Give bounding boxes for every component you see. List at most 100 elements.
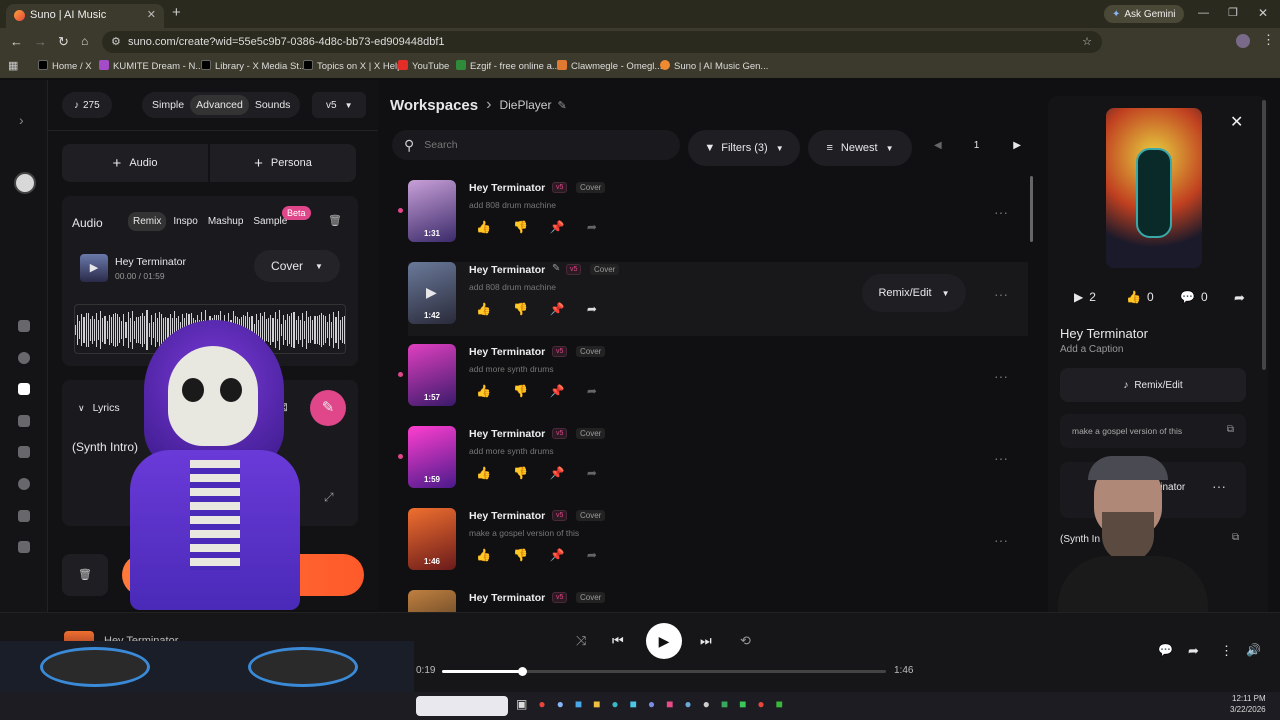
page-scrollbar[interactable] bbox=[1262, 100, 1266, 370]
clock-date[interactable]: 3/22/2026 bbox=[1230, 705, 1266, 714]
browser-tab[interactable]: Suno | AI Music ✕ bbox=[6, 4, 164, 28]
window-close-icon[interactable]: ✕ bbox=[1258, 6, 1268, 20]
mode-advanced[interactable]: Advanced bbox=[190, 95, 249, 115]
track-thumbnail[interactable]: 1:46 bbox=[408, 508, 456, 570]
share-icon[interactable]: ➦ bbox=[587, 220, 619, 234]
share-icon[interactable]: ➦ bbox=[587, 548, 619, 562]
site-info-icon[interactable]: ⚙ bbox=[111, 31, 121, 53]
excel-icon[interactable]: ■ bbox=[721, 697, 728, 711]
copy-icon[interactable]: ⧉ bbox=[1227, 424, 1234, 435]
bookmark-item[interactable]: Clawmegle - Omegl... bbox=[557, 60, 662, 72]
thumbs-up-icon[interactable]: 👍 bbox=[476, 302, 513, 316]
filters-button[interactable]: ▼ Filters (3) ▼ bbox=[688, 130, 800, 166]
obs-icon[interactable]: ● bbox=[703, 697, 710, 711]
home-nav-icon[interactable] bbox=[18, 320, 30, 332]
clear-form-button[interactable]: 🗑 bbox=[62, 554, 108, 596]
thumbs-up-icon[interactable]: 👍 bbox=[476, 548, 513, 562]
track-title[interactable]: Hey Terminator bbox=[469, 592, 545, 604]
track-title[interactable]: Hey Terminator bbox=[469, 346, 545, 358]
track-title[interactable]: Hey Terminator bbox=[469, 428, 545, 440]
search-input[interactable]: Search bbox=[424, 139, 457, 151]
track-thumbnail[interactable]: 1:31 bbox=[408, 180, 456, 242]
browser-menu-icon[interactable]: ⋮ bbox=[1262, 32, 1275, 48]
expand-sidebar-icon[interactable]: › bbox=[19, 112, 24, 128]
next-page-icon[interactable]: ▶ bbox=[1013, 140, 1021, 151]
prev-page-icon[interactable]: ◀ bbox=[934, 140, 942, 151]
progress-track[interactable] bbox=[442, 667, 886, 676]
pin-icon[interactable]: 📌 bbox=[550, 220, 587, 234]
address-bar[interactable]: ⚙ suno.com/create?wid=55e5c9b7-0386-4d8c… bbox=[102, 31, 1102, 53]
tab-inspo[interactable]: Inspo bbox=[170, 212, 200, 231]
track-row[interactable]: 1:46 Hey Terminator v5 Cover make a gospel v… bbox=[408, 508, 1028, 582]
track-title[interactable]: Hey Terminator bbox=[469, 264, 545, 276]
more-options-icon[interactable]: ··· bbox=[994, 368, 1008, 384]
share-icon[interactable]: ➦ bbox=[587, 302, 619, 316]
back-icon[interactable]: ← bbox=[10, 34, 23, 49]
magic-wand-button[interactable]: ✎ bbox=[310, 390, 346, 426]
bookmark-item[interactable]: Ezgif - free online a... bbox=[456, 60, 560, 72]
studio-nav-icon[interactable] bbox=[18, 415, 30, 427]
track-thumbnail[interactable]: 1:59 bbox=[408, 426, 456, 488]
play-pause-button[interactable]: ▶ bbox=[646, 623, 682, 659]
breadcrumb-workspaces[interactable]: Workspaces bbox=[390, 97, 478, 114]
comment-count[interactable]: 💬 0 bbox=[1180, 290, 1208, 304]
player-more-icon[interactable]: ⋮ bbox=[1220, 643, 1233, 659]
list-scrollbar[interactable] bbox=[1030, 176, 1033, 242]
more-options-icon[interactable]: ··· bbox=[994, 450, 1008, 466]
track-title[interactable]: Hey Terminator bbox=[469, 182, 545, 194]
thumbs-down-icon[interactable]: 👎 bbox=[513, 466, 550, 480]
player-comment-icon[interactable]: 💬 bbox=[1158, 643, 1173, 657]
bookmark-star-icon[interactable]: ☆ bbox=[1082, 31, 1092, 53]
like-count[interactable]: 👍 0 bbox=[1126, 290, 1154, 304]
tab-remix[interactable]: Remix bbox=[128, 212, 167, 231]
track-thumbnail[interactable]: 1:57 bbox=[408, 344, 456, 406]
next-icon[interactable]: ⏭ bbox=[700, 633, 712, 649]
tab-mashup[interactable]: Mashup bbox=[205, 212, 247, 231]
explore-nav-icon[interactable] bbox=[18, 352, 30, 364]
thumbs-up-icon[interactable]: 👍 bbox=[476, 384, 513, 398]
bookmark-item[interactable]: Topics on X | X Help bbox=[303, 60, 402, 72]
chrome-icon[interactable]: ● bbox=[538, 697, 545, 711]
snipping-icon[interactable]: ■ bbox=[666, 697, 673, 711]
track-row[interactable]: 1:59 Hey Terminator v5 Cover add more synth … bbox=[398, 426, 1028, 500]
clip-thumbnail[interactable]: ▶ bbox=[80, 254, 108, 282]
sort-select[interactable]: ≡ Newest ▼ bbox=[808, 130, 912, 166]
pin-icon[interactable]: 📌 bbox=[550, 548, 587, 562]
search-box[interactable]: ⚲ Search bbox=[392, 130, 680, 160]
page-number[interactable]: 1 bbox=[974, 140, 980, 151]
minimize-icon[interactable]: — bbox=[1198, 7, 1209, 19]
version-select[interactable]: v5 ▼ bbox=[312, 92, 367, 118]
track-row[interactable]: 1:31 Hey Terminator v5 Cover add 808 drum ma… bbox=[398, 180, 1028, 254]
play-count[interactable]: ▶ 2 bbox=[1074, 290, 1096, 304]
user-avatar[interactable] bbox=[14, 172, 36, 194]
pin-icon[interactable]: 📌 bbox=[550, 302, 587, 316]
thumbs-up-icon[interactable]: 👍 bbox=[476, 220, 513, 234]
sheets-icon[interactable]: ■ bbox=[739, 697, 746, 711]
add-caption[interactable]: Add a Caption bbox=[1060, 344, 1123, 355]
lyrics-toggle[interactable]: ∨ Lyrics bbox=[78, 402, 120, 414]
pin-icon[interactable]: 📌 bbox=[550, 466, 587, 480]
apps-grid-icon[interactable]: ▦ bbox=[8, 59, 18, 72]
player-share-icon[interactable]: ➦ bbox=[1188, 643, 1199, 659]
more-options-icon[interactable]: ··· bbox=[1212, 478, 1226, 494]
track-thumbnail[interactable]: ▶ 1:42 bbox=[408, 262, 456, 324]
progress-knob[interactable] bbox=[517, 667, 527, 676]
tab-close-icon[interactable]: ✕ bbox=[147, 4, 156, 26]
shuffle-icon[interactable]: ⤨ bbox=[576, 633, 586, 649]
cover-select[interactable]: Cover ▼ bbox=[254, 250, 340, 282]
bookmark-item[interactable]: Suno | AI Music Gen... bbox=[660, 60, 768, 72]
thumbs-up-icon[interactable]: 👍 bbox=[476, 466, 513, 480]
share-icon[interactable]: ➦ bbox=[587, 466, 619, 480]
more-options-icon[interactable]: ··· bbox=[994, 204, 1008, 220]
remix-edit-panel-button[interactable]: ♪ Remix/Edit bbox=[1060, 368, 1246, 402]
trash-icon[interactable]: 🗑 bbox=[328, 214, 342, 227]
add-persona-button[interactable]: + Persona bbox=[210, 144, 356, 182]
volume-icon[interactable]: 🔊 bbox=[1246, 643, 1261, 657]
calculator-icon[interactable]: ■ bbox=[630, 697, 637, 711]
create-nav-icon[interactable] bbox=[18, 383, 30, 395]
thumbs-down-icon[interactable]: 👎 bbox=[513, 220, 550, 234]
explorer-icon[interactable]: ■ bbox=[593, 697, 600, 711]
previous-icon[interactable]: ⏮ bbox=[612, 633, 624, 649]
bookmark-item[interactable]: Library - X Media St... bbox=[201, 60, 307, 72]
profile-avatar[interactable] bbox=[1236, 34, 1250, 48]
